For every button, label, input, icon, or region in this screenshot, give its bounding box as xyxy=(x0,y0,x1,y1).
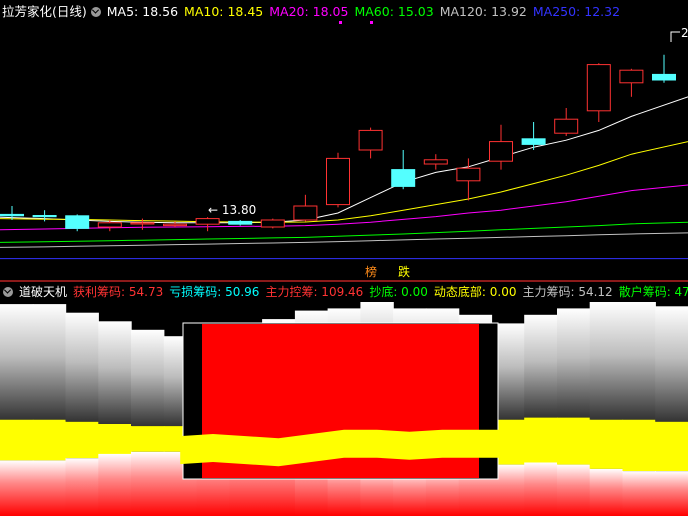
candle-body xyxy=(228,220,253,225)
signal-marker xyxy=(339,21,342,24)
yellow-chip-band xyxy=(557,417,591,465)
indicator-legend-item: 亏损筹码: 50.96 xyxy=(169,285,260,299)
low-price-label: ← 13.80 xyxy=(208,203,256,217)
candle-body xyxy=(652,73,676,81)
red-chip-column xyxy=(65,458,99,516)
gray-chip-column xyxy=(524,314,558,418)
red-chip-column xyxy=(0,460,34,516)
candle xyxy=(326,152,350,208)
signal-label: 跌 xyxy=(398,264,410,279)
candle xyxy=(423,154,448,170)
high-price-label: 2 xyxy=(681,26,688,40)
candle-body xyxy=(293,205,318,221)
candle xyxy=(260,218,285,229)
indicator-legend: 道破天机 获利筹码: 54.73 亏损筹码: 50.96 主力控筹: 109.4… xyxy=(0,282,688,302)
red-chip-column xyxy=(655,471,688,516)
candle-body xyxy=(195,218,220,225)
ma120-line xyxy=(0,232,688,248)
candle-body xyxy=(163,223,187,227)
red-chip-column xyxy=(524,462,558,516)
gray-chip-column xyxy=(655,306,688,422)
gray-chip-column xyxy=(622,302,656,420)
candle xyxy=(293,194,318,222)
indicator-title: 道破天机 xyxy=(19,285,68,299)
candle-body xyxy=(489,141,513,162)
gray-chip-column xyxy=(98,321,132,424)
candle-body xyxy=(0,213,24,217)
candle-body xyxy=(358,129,383,151)
candle-body xyxy=(423,159,448,165)
candle-body xyxy=(130,222,155,225)
candle-body xyxy=(391,169,416,187)
yellow-chip-band xyxy=(131,426,165,452)
gray-chip-column xyxy=(131,329,165,427)
candle xyxy=(554,108,579,136)
candle xyxy=(619,68,644,97)
candle xyxy=(195,217,220,232)
red-chip-column xyxy=(32,460,67,516)
red-chip-column xyxy=(589,468,624,516)
candle-body xyxy=(326,157,350,206)
gray-chip-column xyxy=(0,304,34,420)
candle xyxy=(489,124,513,170)
yellow-chip-band xyxy=(655,421,688,471)
chevron-down-icon[interactable] xyxy=(3,287,13,297)
yellow-chip-band xyxy=(0,419,34,461)
signal-marker xyxy=(370,21,373,24)
high-price-marker xyxy=(670,31,680,42)
candle-body xyxy=(554,118,579,134)
candle xyxy=(65,214,90,232)
yellow-chip-band xyxy=(65,421,99,459)
candle-body xyxy=(65,215,90,229)
yellow-chip-band xyxy=(622,419,656,472)
gray-chip-column xyxy=(557,308,591,418)
indicator-legend-item: 散户筹码: 47.30 xyxy=(618,285,688,299)
indicator-legend-item: 获利筹码: 54.73 xyxy=(73,285,164,299)
candlestick-chart: ← 13.80 2 榜 跌 xyxy=(0,21,688,279)
gray-chip-column xyxy=(589,302,624,420)
red-chip-column xyxy=(557,464,591,516)
candle xyxy=(358,127,383,159)
candle-body xyxy=(260,219,285,228)
candle-body xyxy=(456,167,481,182)
red-chip-column xyxy=(622,471,656,516)
candle xyxy=(586,63,611,122)
indicator-legend-item: 主力控筹: 109.46 xyxy=(265,285,364,299)
candle-body xyxy=(32,215,57,218)
candle-body xyxy=(97,222,122,228)
candle xyxy=(391,150,416,190)
yellow-chip-band xyxy=(524,417,558,463)
candle xyxy=(652,54,676,83)
candle-body xyxy=(521,138,546,145)
red-chip-column xyxy=(98,453,132,516)
yellow-chip-band xyxy=(98,424,132,454)
red-chip-column xyxy=(131,451,165,516)
yellow-chip-band xyxy=(32,419,67,461)
gray-chip-column xyxy=(32,304,67,420)
indicator-legend-item: 主力筹码: 54.12 xyxy=(522,285,613,299)
chip-distribution-chart xyxy=(0,302,688,516)
indicator-legend-item: 抄底: 0.00 xyxy=(369,285,428,299)
candle-body xyxy=(586,64,611,112)
indicator-legend-item: 动态底部: 0.00 xyxy=(433,285,517,299)
gray-chip-column xyxy=(65,312,99,422)
signal-label: 榜 xyxy=(365,264,377,279)
yellow-chip-band xyxy=(589,419,624,469)
candle xyxy=(228,220,253,226)
candle-body xyxy=(619,69,644,84)
